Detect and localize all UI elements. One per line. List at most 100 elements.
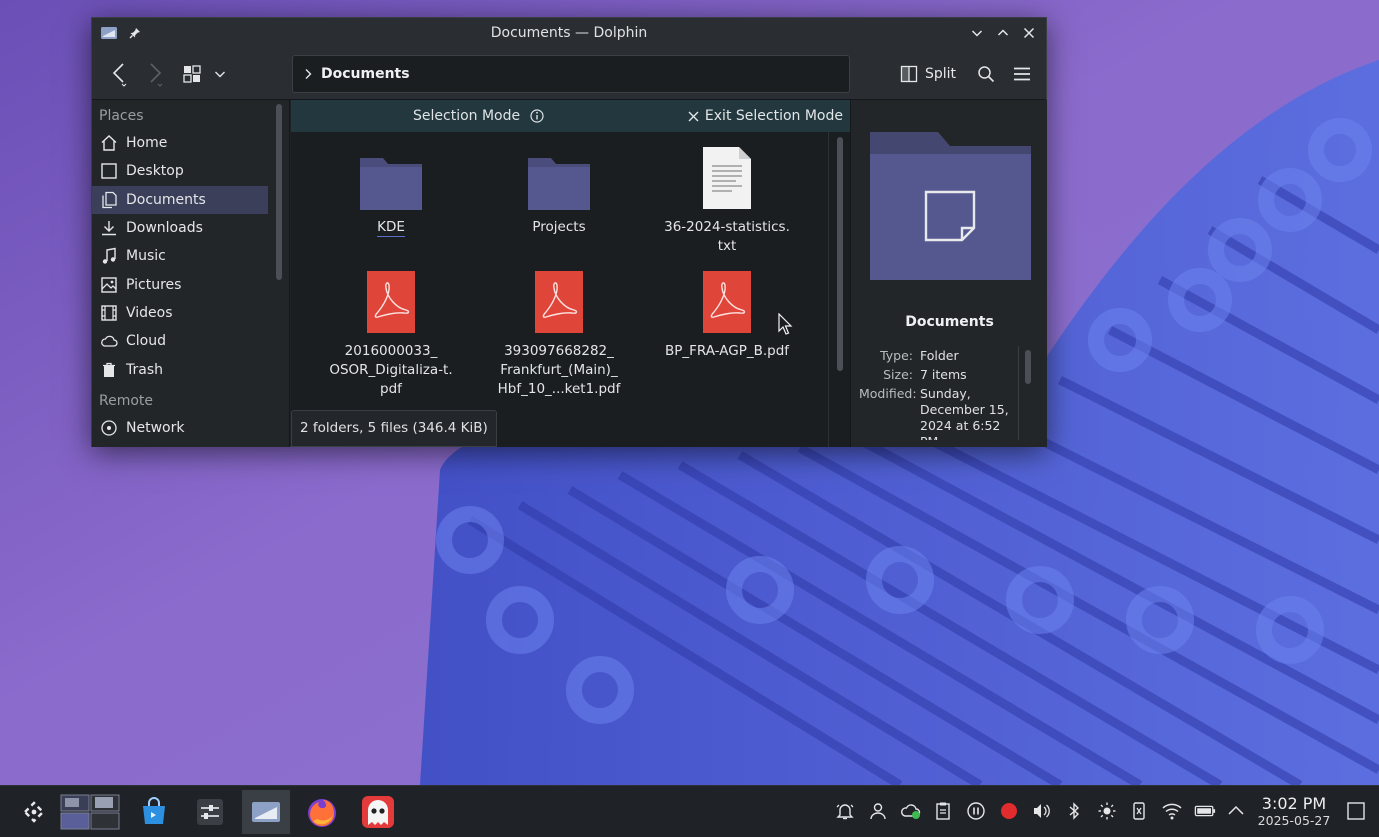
icons-view-icon [183,65,201,83]
maximize-button[interactable] [990,18,1016,48]
forward-arrow-icon [150,63,163,87]
sidebar-item-label: Trash [126,361,163,378]
file-name: Projects [532,219,586,235]
clipboard-tray-icon[interactable] [932,800,954,822]
sidebar-item-label: Documents [126,191,206,208]
battery-tray-icon[interactable] [1194,800,1216,822]
chevron-down-icon [215,71,225,78]
minimize-button[interactable] [964,18,990,48]
sidebar-item-label: Videos [126,304,173,321]
clock-date[interactable]: 2025-05-27 [1254,813,1334,828]
wifi-tray-icon[interactable] [1161,800,1183,822]
brightness-tray-icon[interactable] [1096,800,1118,822]
file-item-frankfurt-pdf[interactable]: 393097668282_ Frankfurt_(Main)_ Hbf_10_.… [479,270,639,399]
chevron-up-icon [1228,805,1244,815]
view-mode-dropdown[interactable] [210,60,230,88]
sidebar-item-videos[interactable]: Videos [92,299,268,327]
bluetooth-tray-icon[interactable] [1063,800,1085,822]
meta-modified-value: Sunday, December 15, 2024 at 6:52 PM [920,386,1009,440]
sidebar-item-music[interactable]: Music [92,242,268,270]
file-item-statistics-txt[interactable]: 36-2024-statistics. txt [647,146,807,256]
sidebar-item-trash[interactable]: Trash [92,355,268,383]
split-button-label: Split [925,66,957,82]
notifications-tray-icon[interactable] [834,800,856,822]
cloud-sync-tray-icon[interactable] [900,800,922,822]
meta-type-key: Type: [880,348,913,363]
search-button[interactable] [974,60,998,88]
taskbar-ghost-app[interactable] [354,790,402,834]
sidebar-item-downloads[interactable]: Downloads [92,214,268,242]
file-item-projects[interactable]: Projects [479,146,639,237]
network-icon [99,418,119,438]
sidebar-item-label: Desktop [126,163,184,180]
sidebar-item-desktop[interactable]: Desktop [92,157,268,185]
hamburger-menu-button[interactable] [1010,60,1034,88]
taskbar-system-settings[interactable] [186,790,234,834]
trash-icon [99,360,119,380]
breadcrumb-documents[interactable]: Documents [321,66,410,82]
text-file-icon [695,146,759,210]
folder-preview-icon [870,132,1031,280]
show-hidden-tray-icons-button[interactable] [1225,800,1247,822]
dolphin-window: Documents — Dolphin Documents Split Plac… [91,17,1047,447]
file-name: 2016000033_ OSOR_Digitaliza-t. pdf [329,343,453,397]
file-name: KDE [377,219,405,237]
location-breadcrumb[interactable]: Documents [292,55,850,93]
virtual-desktop-pager[interactable] [58,790,122,834]
selection-mode-label: Selection Mode [413,108,521,124]
file-view-scrollbar[interactable] [828,132,850,447]
media-pause-tray-icon[interactable] [965,800,987,822]
window-title: Documents — Dolphin [490,25,648,41]
exit-selection-label: Exit Selection Mode [704,108,843,124]
sidebar-item-home[interactable]: Home [92,129,268,157]
sidebar-item-network[interactable]: Network [92,414,268,442]
taskbar-dolphin[interactable] [242,790,290,834]
info-icon[interactable] [530,109,544,127]
documents-icon [99,190,119,210]
videos-icon [99,303,119,323]
places-section-header: Places [99,108,144,124]
file-name: BP_FRA-AGP_B.pdf [664,343,790,359]
remote-section-header: Remote [99,392,154,409]
show-desktop-button[interactable] [1345,800,1367,822]
file-item-osor-pdf[interactable]: 2016000033_ OSOR_Digitaliza-t. pdf [311,270,471,399]
sidebar-scrollbar[interactable] [268,100,290,447]
file-view[interactable]: KDE Projects 36-2024-statistics. txt 201… [291,132,828,447]
application-launcher[interactable] [10,790,58,834]
info-panel-scrollbar[interactable] [1025,350,1031,384]
sidebar-item-cloud[interactable]: Cloud [92,327,268,355]
sidebar-item-label: Cloud [126,333,166,350]
back-button[interactable] [106,60,134,88]
settings-sliders-icon [197,799,223,825]
split-button[interactable]: Split [900,60,956,88]
exit-selection-mode-button[interactable]: Exit Selection Mode [688,100,843,132]
taskbar-discover[interactable] [130,790,178,834]
close-button[interactable] [1016,18,1042,48]
pin-icon[interactable] [124,18,146,48]
user-tray-icon[interactable] [867,800,889,822]
file-name: 36-2024-statistics. txt [664,219,790,254]
device-tray-icon[interactable] [1128,800,1150,822]
chevron-right-icon [305,69,312,79]
sidebar-item-documents[interactable]: Documents [92,185,268,214]
file-item-kde[interactable]: KDE [311,146,471,237]
pdf-icon [527,270,591,334]
title-bar[interactable]: Documents — Dolphin [92,18,1046,48]
selection-mode-bar: Selection Mode Exit Selection Mode [291,100,851,132]
meta-size-value: 7 items [920,367,967,382]
meta-type-value: Folder [920,348,959,363]
view-mode-button[interactable] [180,60,204,88]
forward-button[interactable] [140,60,168,88]
dolphin-icon [252,802,280,822]
sidebar-item-label: Pictures [126,276,182,293]
volume-tray-icon[interactable] [1030,800,1052,822]
pdf-icon [359,270,423,334]
clock-time[interactable]: 3:02 PM [1254,794,1334,813]
screen-recording-tray-icon[interactable] [998,800,1020,822]
cloud-icon [99,331,119,351]
close-icon [688,111,699,121]
sidebar-item-pictures[interactable]: Pictures [92,270,268,298]
taskbar-firefox[interactable] [298,790,346,834]
app-icon[interactable] [94,18,124,48]
file-name: 393097668282_ Frankfurt_(Main)_ Hbf_10_.… [497,343,621,397]
